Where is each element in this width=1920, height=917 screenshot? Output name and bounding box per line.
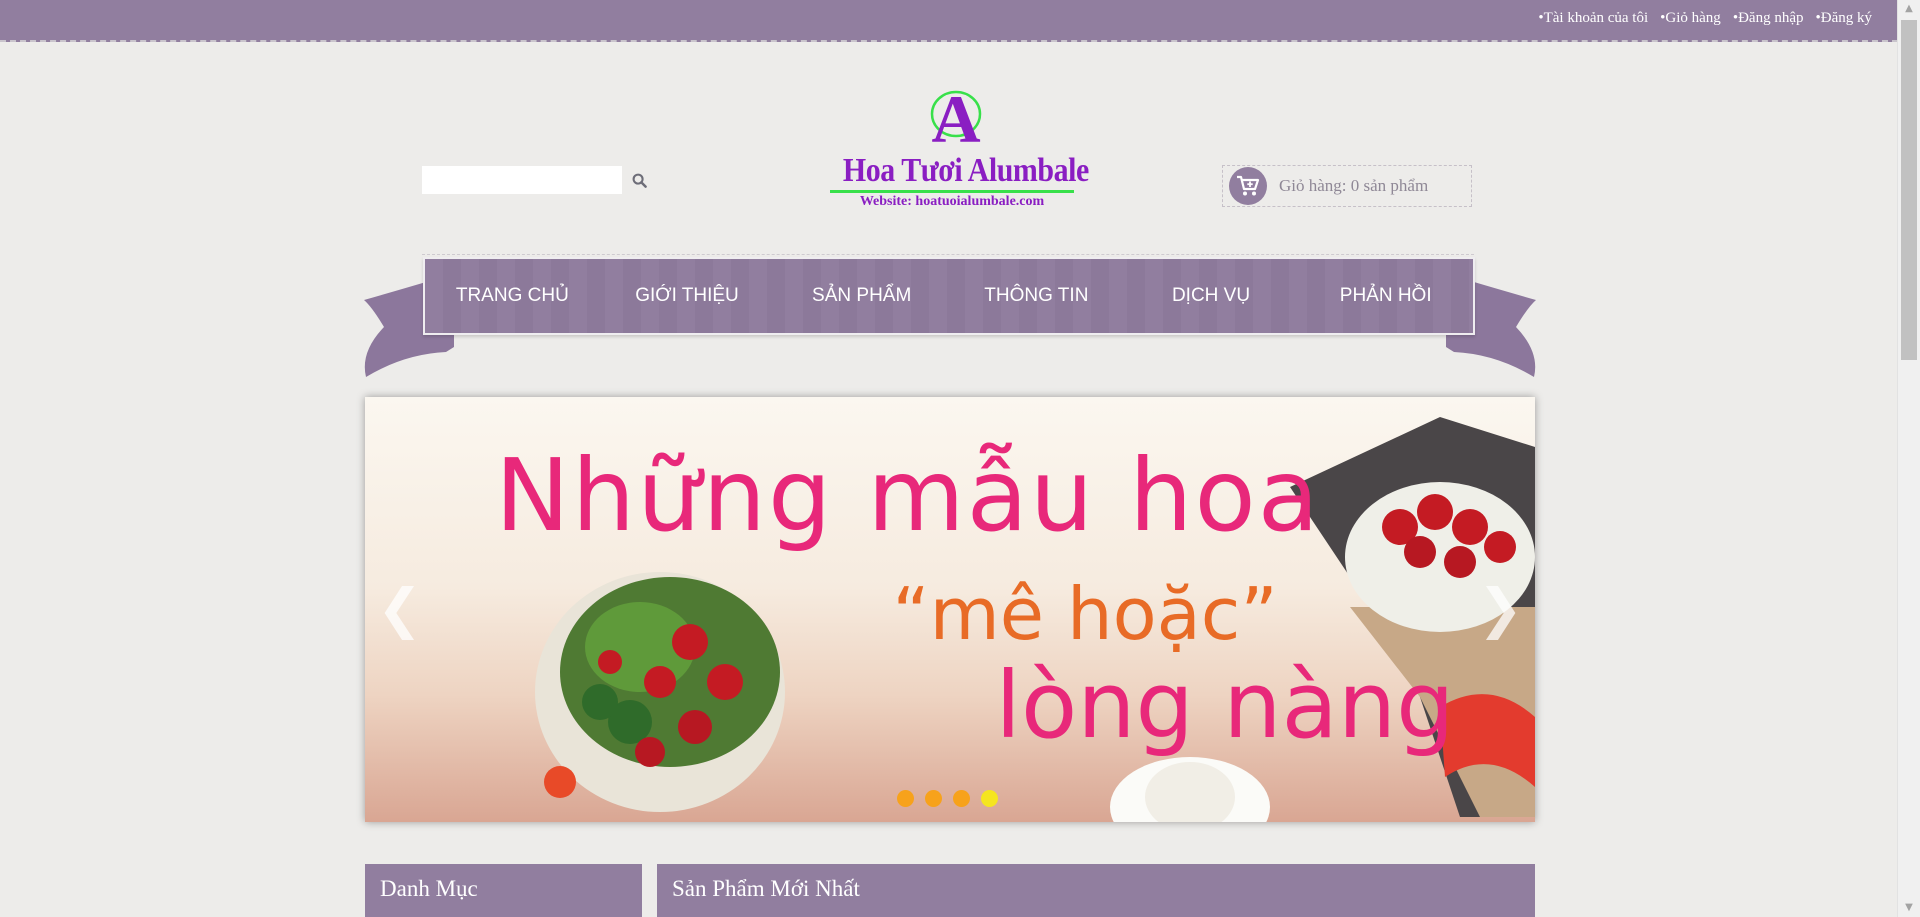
nav-item-about[interactable]: GIỚI THIỆU	[600, 259, 775, 333]
my-account-link[interactable]: Tài khoản của tôi	[1538, 10, 1649, 27]
search-icon	[632, 173, 647, 188]
shopping-cart-icon	[1237, 175, 1260, 196]
page-scrollbar[interactable]: ▲ ▼	[1897, 0, 1920, 917]
bouquet-left-image	[535, 572, 785, 812]
slide-headline-line-1: Những mẫu hoa	[495, 437, 1321, 554]
slider-next-arrow-icon[interactable]: ❯	[1478, 577, 1523, 640]
nav-item-services[interactable]: DỊCH VỤ	[1124, 259, 1299, 333]
slider-dot-3[interactable]	[953, 790, 970, 807]
nav-item-products[interactable]: SẢN PHẨM	[774, 259, 949, 333]
logo-letter: A	[931, 82, 980, 152]
register-link[interactable]: Đăng ký	[1815, 10, 1872, 27]
main-nav: TRANG CHỦ GIỚI THIỆU SẢN PHẨM THÔNG TIN …	[423, 257, 1475, 335]
site-logo[interactable]: A Hoa Tươi Alumbale Website: hoatuoialum…	[828, 82, 1089, 214]
search-box	[422, 166, 654, 194]
slider-dot-4[interactable]	[981, 790, 998, 807]
search-button[interactable]	[624, 166, 654, 194]
logo-underline	[830, 190, 1074, 193]
nav-divider	[422, 254, 1474, 255]
cart-link[interactable]: Giỏ hàng	[1660, 10, 1720, 27]
login-link[interactable]: Đăng nhập	[1733, 10, 1803, 27]
category-section-title: Danh Mục	[365, 864, 642, 917]
slide-headline-line-3: lòng nàng	[995, 652, 1455, 759]
slider-prev-arrow-icon[interactable]: ❮	[377, 577, 422, 640]
top-bar: Tài khoản của tôi Giỏ hàng Đăng nhập Đăn…	[0, 0, 1898, 42]
nav-item-home[interactable]: TRANG CHỦ	[425, 259, 600, 333]
account-links: Tài khoản của tôi Giỏ hàng Đăng nhập Đăn…	[1538, 10, 1872, 27]
scroll-down-arrow-icon[interactable]: ▼	[1898, 899, 1920, 917]
newest-products-section-title: Sản Phẩm Mới Nhất	[657, 864, 1535, 917]
logo-emblem: A	[930, 82, 982, 152]
nav-item-news[interactable]: THÔNG TIN	[949, 259, 1124, 333]
scroll-up-arrow-icon[interactable]: ▲	[1898, 0, 1920, 18]
search-input[interactable]	[422, 166, 622, 194]
cart-badge	[1229, 167, 1267, 205]
logo-website: Website: hoatuoialumbale.com	[859, 194, 1045, 209]
slide-headline-line-2: “mê hoặc”	[892, 572, 1278, 656]
slider-dot-2[interactable]	[925, 790, 942, 807]
logo-name: Hoa Tươi Alumbale	[842, 152, 1089, 189]
cart-summary[interactable]: Giỏ hàng: 0 sản phẩm	[1222, 165, 1472, 207]
cart-label: Giỏ hàng: 0 sản phẩm	[1279, 176, 1429, 195]
slider-dots	[897, 790, 998, 807]
scroll-thumb[interactable]	[1901, 20, 1917, 360]
nav-item-feedback[interactable]: PHẢN HỒI	[1298, 259, 1473, 333]
banner-slider[interactable]: Những mẫu hoa “mê hoặc” lòng nàng ❮ ❯	[365, 397, 1535, 822]
slider-dot-1[interactable]	[897, 790, 914, 807]
